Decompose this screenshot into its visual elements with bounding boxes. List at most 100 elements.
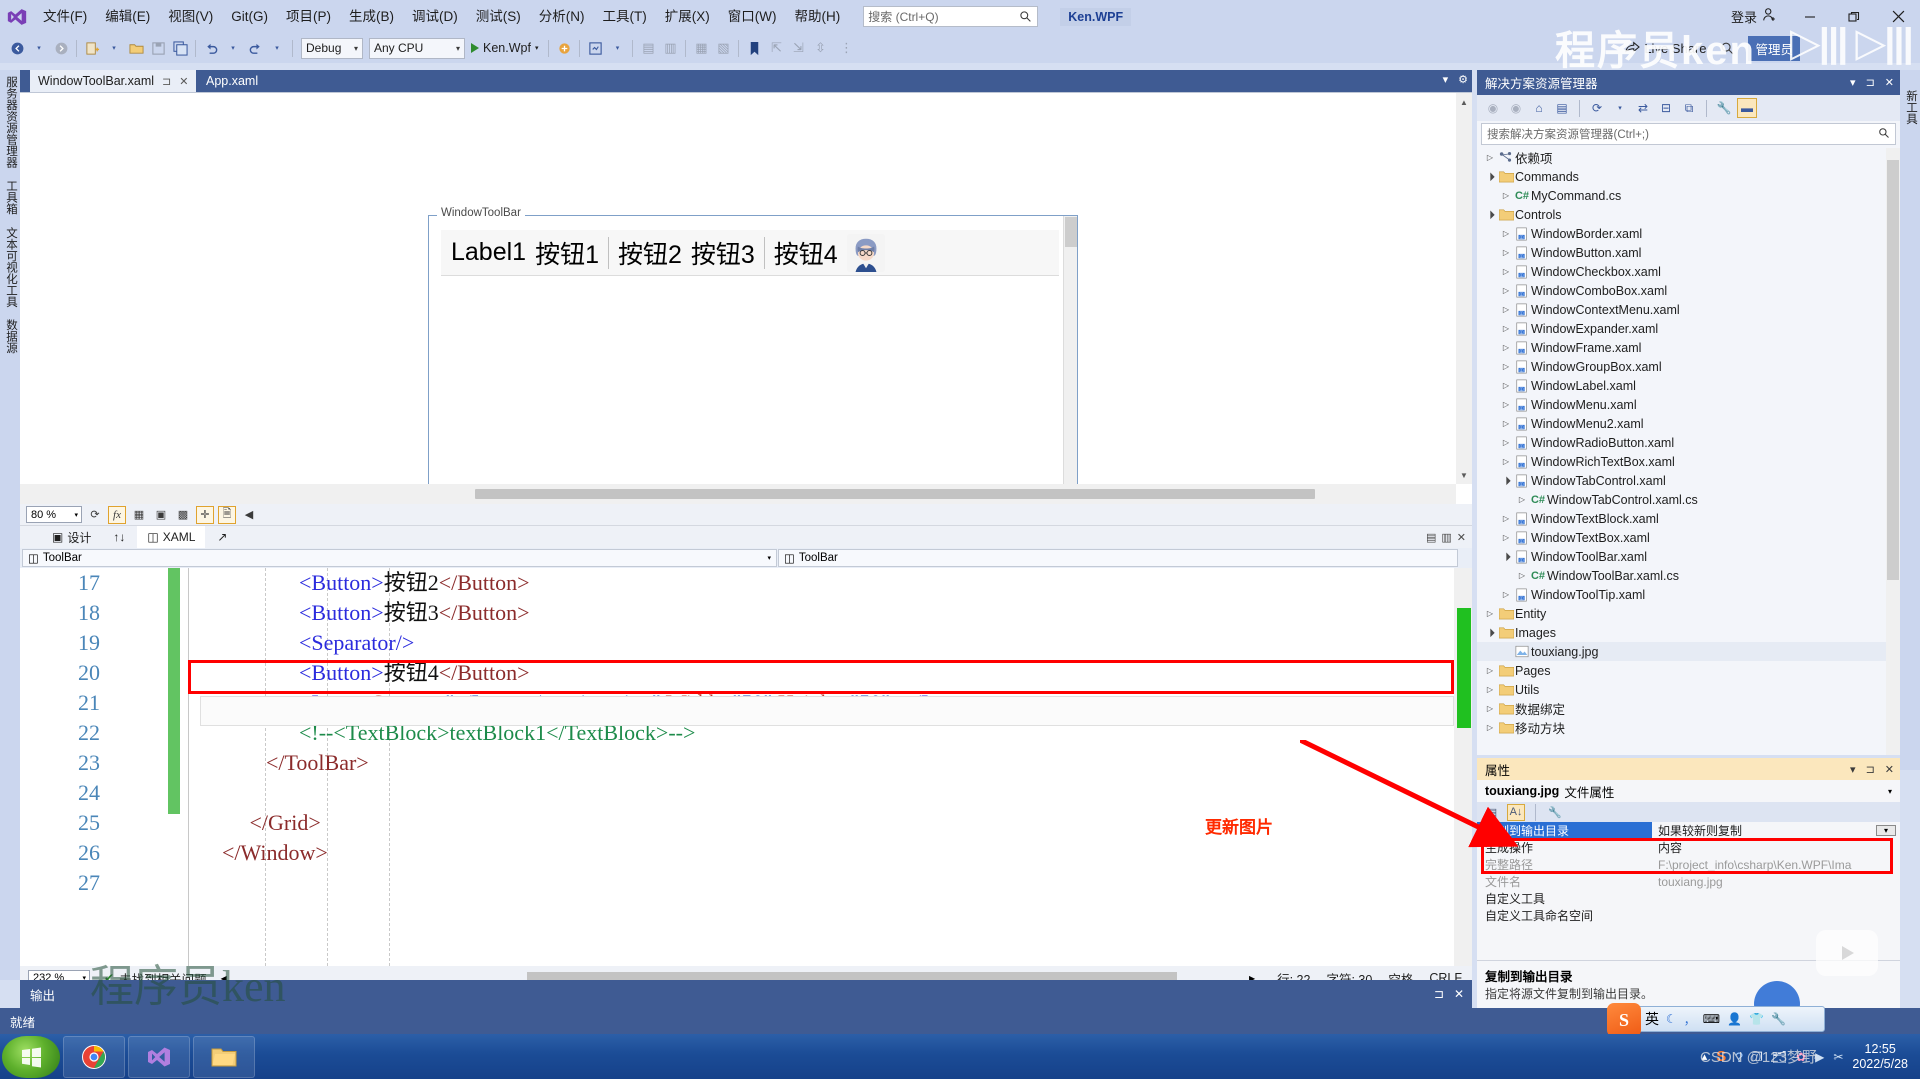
tree-item[interactable]: ▷ ◫ WindowMenu.xaml [1477, 395, 1886, 414]
navigate-back-icon[interactable] [6, 36, 28, 60]
expander-collapsed-icon[interactable]: ▷ [1483, 609, 1497, 618]
property-row[interactable]: 文件名 touxiang.jpg [1477, 873, 1900, 890]
menu-item-window[interactable]: 窗口(W) [719, 0, 786, 33]
design-button-1[interactable]: 按钮1 [535, 235, 599, 271]
code-line[interactable]: <Button>按钮3</Button> [200, 598, 1454, 628]
fx-icon[interactable]: fx [108, 505, 126, 524]
tree-item[interactable]: ▷ ◫ WindowTextBox.xaml [1477, 528, 1886, 547]
properties-object-selector[interactable]: touxiang.jpg 文件属性 ▾ [1477, 780, 1900, 802]
home-icon[interactable]: ⌂ [1529, 98, 1549, 118]
tree-item[interactable]: ▷ C# MyCommand.cs [1477, 186, 1886, 205]
screenshot-icon[interactable]: ✂ [1833, 1050, 1843, 1064]
expander-collapsed-icon[interactable]: ▷ [1515, 571, 1529, 580]
navigate-back-dropdown-icon[interactable]: ▾ [28, 36, 50, 60]
solution-tree-scrollbar[interactable] [1886, 148, 1900, 755]
sogou-tray-icon[interactable]: S [1716, 1048, 1726, 1065]
expander-collapsed-icon[interactable]: ▷ [1499, 381, 1513, 390]
tree-item[interactable]: ◢ ◫ WindowTabControl.xaml [1477, 471, 1886, 490]
split-horizontal-icon[interactable]: ▤ [1426, 531, 1436, 544]
platform-select[interactable]: Any CPU ▾ [369, 37, 465, 59]
new-project-icon[interactable] [81, 36, 103, 60]
hot-reload-icon[interactable] [553, 36, 575, 60]
refresh-icon[interactable]: ⟳ [86, 506, 104, 524]
tree-item[interactable]: ▷ ◫ WindowBorder.xaml [1477, 224, 1886, 243]
taskbar-item-chrome[interactable] [63, 1035, 125, 1078]
designer-hscroll-thumb[interactable] [475, 489, 1315, 499]
show-hidden-icons-icon[interactable]: ▴ [1702, 1050, 1708, 1063]
designer-zoom-select[interactable]: 80 % ▾ [26, 506, 82, 523]
wrench-icon[interactable]: 🔧 [1771, 1012, 1786, 1026]
expander-collapsed-icon[interactable]: ▷ [1499, 514, 1513, 523]
live-share-button[interactable]: Live Share [1624, 40, 1706, 57]
code-line[interactable]: <Separator/> [200, 628, 1454, 658]
tree-item[interactable]: ▷ ◫ WindowToolTip.xaml [1477, 585, 1886, 604]
expander-collapsed-icon[interactable]: ▷ [1499, 533, 1513, 542]
tree-item[interactable]: ▷ ◫ WindowMenu2.xaml [1477, 414, 1886, 433]
expander-collapsed-icon[interactable]: ▷ [1499, 400, 1513, 409]
code-line[interactable]: <Button>按钮2</Button> [200, 568, 1454, 598]
tree-item[interactable]: ▷ ◫ WindowRadioButton.xaml [1477, 433, 1886, 452]
skin-icon[interactable]: 👕 [1749, 1012, 1764, 1026]
close-icon[interactable]: ✕ [1885, 763, 1894, 776]
tree-item[interactable]: ▷ ◫ WindowTextBlock.xaml [1477, 509, 1886, 528]
code-vscroll-thumb[interactable] [1457, 608, 1471, 728]
comma-icon[interactable]: ， [1684, 1011, 1696, 1028]
expander-collapsed-icon[interactable]: ▷ [1499, 419, 1513, 428]
expander-expanded-icon[interactable]: ◢ [1498, 548, 1514, 564]
expander-collapsed-icon[interactable]: ▷ [1483, 704, 1497, 713]
navigation-type-dropdown[interactable]: ◫ ToolBar ▾ [22, 549, 777, 567]
tree-item[interactable]: ▷ ◫ WindowLabel.xaml [1477, 376, 1886, 395]
feedback-icon[interactable] [1716, 36, 1738, 60]
previous-bookmark-icon[interactable]: ⇱ [765, 36, 787, 60]
close-button[interactable] [1876, 1, 1920, 32]
global-search-input[interactable]: 搜索 (Ctrl+Q) [863, 6, 1039, 27]
solution-name-chip[interactable]: Ken.WPF [1060, 7, 1132, 26]
tab-swap-panes[interactable]: ↑↓ [103, 526, 135, 548]
designer-canvas[interactable]: WindowToolBar Label1 按钮1 按钮2 按钮3 按钮4 [20, 93, 1456, 484]
pin-icon[interactable]: ⊐ [162, 75, 171, 88]
minimize-button[interactable] [1788, 1, 1832, 32]
keyboard-icon[interactable]: ⌨ [1703, 1012, 1720, 1026]
expander-collapsed-icon[interactable]: ▷ [1499, 362, 1513, 371]
property-dropdown-button[interactable]: ▾ [1876, 825, 1896, 836]
start-debug-button[interactable]: Ken.Wpf ▾ [465, 41, 544, 55]
close-icon[interactable]: ✕ [1457, 531, 1466, 544]
undo-dropdown-icon[interactable]: ▾ [222, 36, 244, 60]
code-line[interactable] [200, 778, 1454, 808]
design-button-2[interactable]: 按钮2 [618, 235, 682, 271]
expander-collapsed-icon[interactable]: ▷ [1499, 229, 1513, 238]
build-configuration-select[interactable]: Debug ▾ [301, 37, 363, 59]
ime-lang-label[interactable]: 英 [1645, 1009, 1659, 1029]
categorized-icon[interactable]: ▤ [1483, 804, 1501, 821]
tree-item[interactable]: ▷ Utils [1477, 680, 1886, 699]
user-icon[interactable]: 👤 [1727, 1012, 1742, 1026]
property-row[interactable]: 复制到输出目录 如果较新则复制 ▾ [1477, 822, 1900, 839]
property-value[interactable]: touxiang.jpg [1652, 875, 1900, 889]
pin-icon[interactable]: ⊐ [1866, 763, 1875, 776]
properties-wrench-icon[interactable]: 🔧 [1714, 98, 1734, 118]
design-button-4[interactable]: 按钮4 [774, 235, 838, 271]
tree-item[interactable]: ◢ ◫ WindowToolBar.xaml [1477, 547, 1886, 566]
split-vertical-icon[interactable]: ▥ [1441, 531, 1451, 544]
tree-item[interactable]: ▷ ◫ WindowFrame.xaml [1477, 338, 1886, 357]
tree-item[interactable]: ◢ Commands [1477, 167, 1886, 186]
code-line[interactable]: </Window> [200, 838, 1454, 868]
expander-collapsed-icon[interactable]: ▷ [1499, 438, 1513, 447]
alphabetical-icon[interactable]: A↓ [1507, 803, 1525, 821]
bookmark-icon[interactable] [743, 36, 765, 60]
uncomment-icon[interactable]: ▧ [712, 36, 734, 60]
tab-strip-settings-icon[interactable]: ⚙ [1458, 73, 1468, 86]
taskbar-item-file-explorer[interactable] [193, 1035, 255, 1078]
save-icon[interactable] [147, 36, 169, 60]
property-value[interactable]: 如果较新则复制 [1652, 822, 1876, 839]
preview-icon[interactable] [584, 36, 606, 60]
preview-vertical-scrollbar[interactable] [1063, 216, 1077, 484]
menu-item-view[interactable]: 视图(V) [159, 0, 222, 33]
solution-tree[interactable]: ▷ 依赖项 ◢ Commands ▷ C# MyCommand.cs ◢ Controls ▷ ◫ W… [1477, 148, 1886, 755]
snap-icon[interactable]: ✛ [196, 505, 214, 524]
refresh-dropdown-icon[interactable]: ▾ [1610, 98, 1630, 118]
flower-icon[interactable]: ✿ [1796, 1050, 1806, 1064]
tree-item[interactable]: ▷ ◫ WindowExpander.xaml [1477, 319, 1886, 338]
tree-item[interactable]: ◢ Controls [1477, 205, 1886, 224]
show-all-files-icon[interactable]: ▬ [1737, 98, 1757, 118]
